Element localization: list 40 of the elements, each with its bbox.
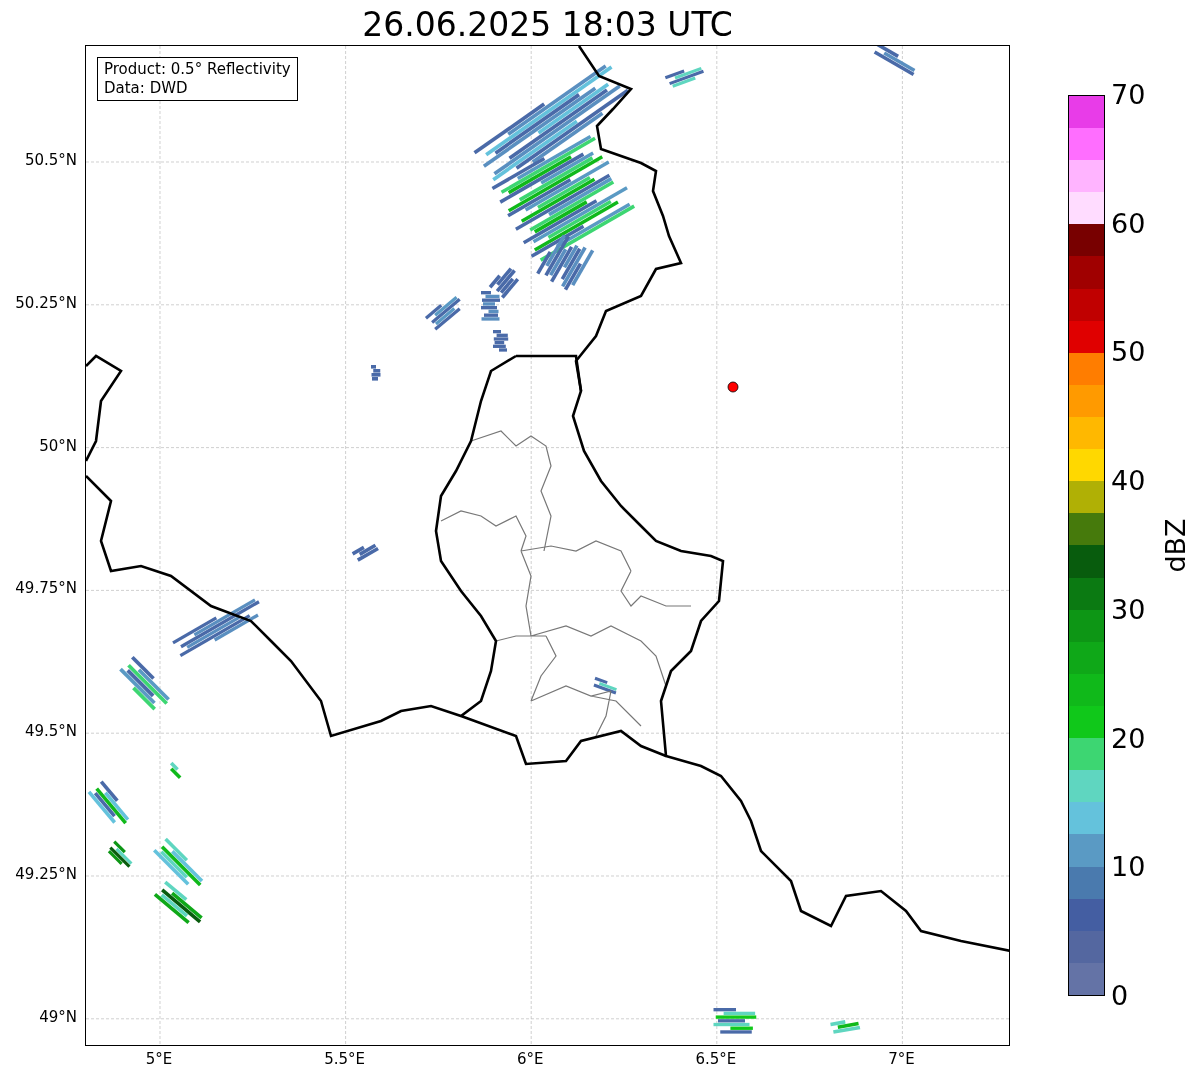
legend-text: Product: 0.5° Reflectivity	[104, 60, 291, 79]
latitude-label: 50.5°N	[24, 153, 77, 168]
longitude-label: 6.5°E	[695, 1052, 737, 1067]
rain-echo	[107, 840, 133, 868]
rain-echo	[87, 780, 130, 825]
legend-text: Data: DWD	[104, 79, 189, 98]
latitude-label: 49.5°N	[24, 724, 77, 740]
rain-echo	[169, 761, 182, 779]
rain-echo	[153, 837, 204, 887]
rain-echo	[371, 365, 381, 381]
latitude-label: 49.75°N	[15, 581, 77, 597]
colorbar-tick-label: 40	[1111, 467, 1146, 495]
colorbar-tick-label: 50	[1111, 338, 1146, 366]
rain-echo	[153, 880, 203, 924]
colorbar-tick-label: 70	[1111, 81, 1146, 108]
latitude-label: 49°N	[39, 1009, 77, 1025]
rain-echo	[593, 676, 617, 695]
latitude-label: 50.25°N	[15, 295, 77, 311]
longitude-label: 5°E	[145, 1052, 173, 1067]
colorbar-label: dBZ	[1161, 518, 1189, 573]
chart-title: 26.06.2025 18:03 UTC	[362, 4, 733, 41]
rain-echo	[830, 1020, 861, 1034]
latitude-label: 50°N	[39, 438, 77, 454]
longitude-label: 6°E	[516, 1052, 544, 1067]
colorbar-tick-label: 20	[1111, 724, 1146, 752]
colorbar-tick-label: 10	[1111, 853, 1146, 881]
latitude-label: 49.25°N	[15, 867, 77, 882]
rain-echo	[873, 46, 916, 77]
radar-site-marker	[727, 381, 739, 393]
rain-echo	[351, 543, 379, 562]
rain-echo	[493, 330, 509, 352]
colorbar-tick-label: 60	[1111, 209, 1146, 237]
longitude-label: 5.5°E	[324, 1052, 365, 1067]
rain-echo	[119, 655, 170, 711]
rain-echo	[713, 1008, 757, 1034]
longitude-label: 7°E	[888, 1052, 915, 1067]
colorbar-tick-label: 0	[1111, 982, 1129, 1009]
rain-echo	[424, 295, 461, 331]
rain-echo	[664, 66, 704, 88]
colorbar-tick-label: 30	[1111, 595, 1146, 623]
